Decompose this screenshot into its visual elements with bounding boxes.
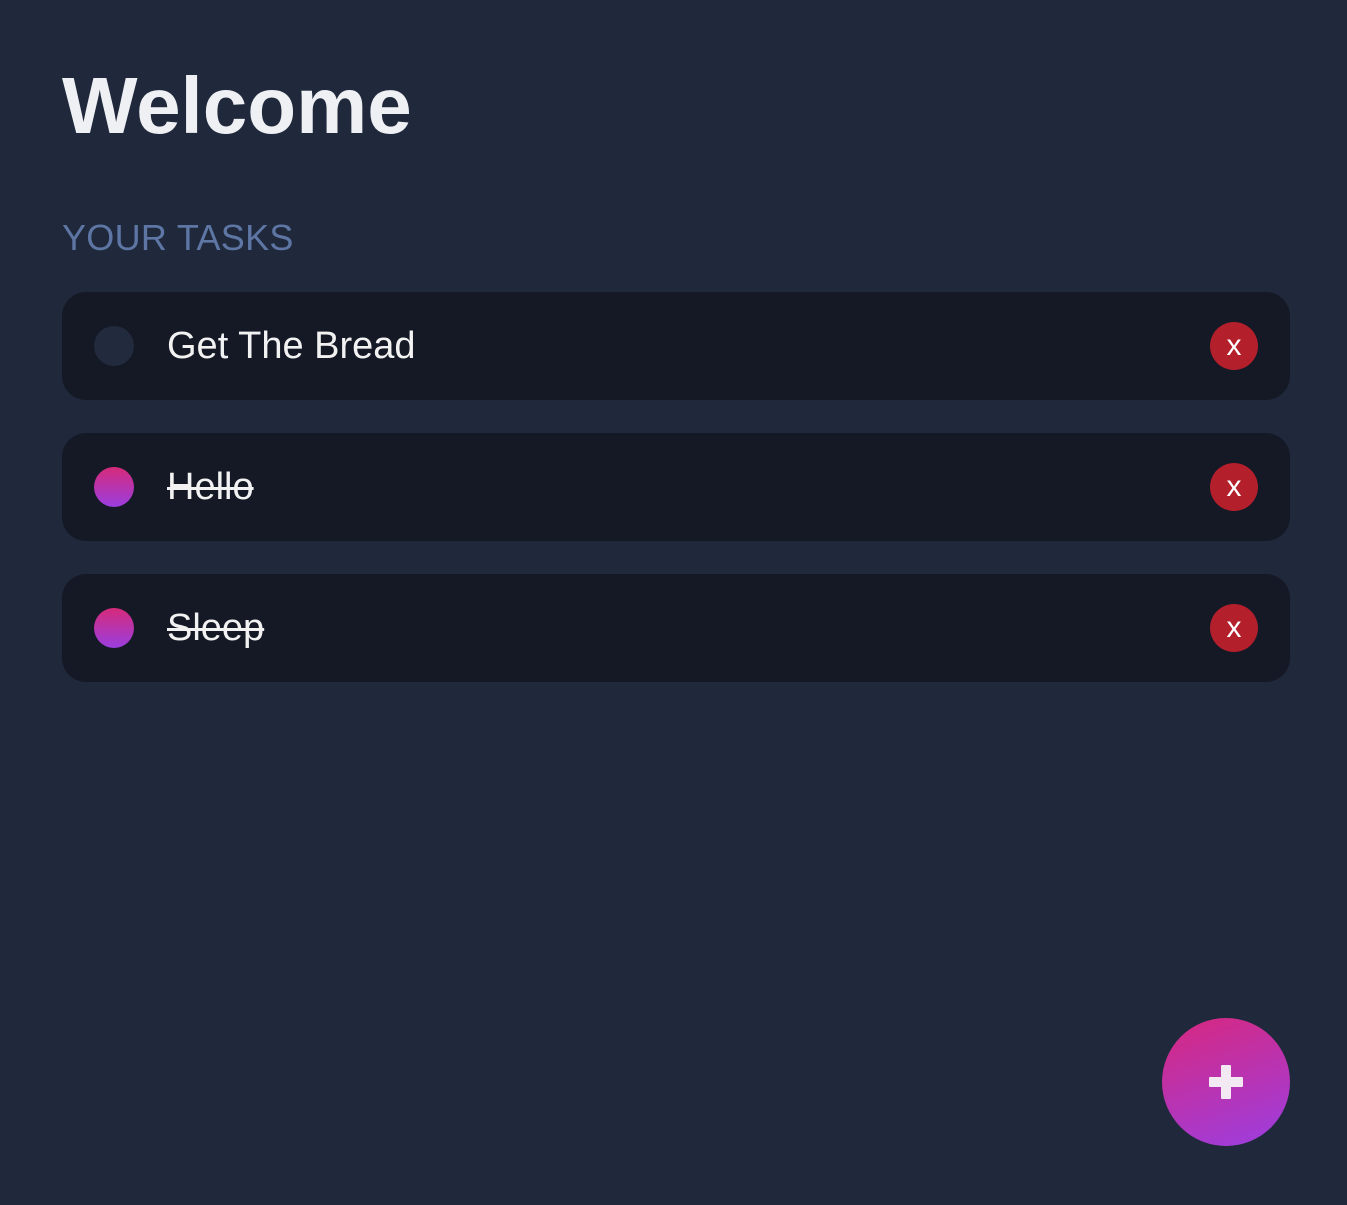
- add-task-button[interactable]: [1162, 1018, 1290, 1146]
- delete-task-button[interactable]: x: [1210, 463, 1258, 511]
- task-checkbox[interactable]: [94, 608, 134, 648]
- delete-task-button[interactable]: x: [1210, 604, 1258, 652]
- task-item: Hello x: [62, 433, 1290, 541]
- task-item: Sleep x: [62, 574, 1290, 682]
- task-label[interactable]: Hello: [167, 465, 1210, 509]
- app-root: Welcome YOUR TASKS Get The Bread x Hello…: [0, 0, 1347, 1205]
- task-item: Get The Bread x: [62, 292, 1290, 400]
- task-label[interactable]: Get The Bread: [167, 324, 1210, 368]
- page-title: Welcome: [62, 61, 412, 150]
- task-checkbox[interactable]: [94, 326, 134, 366]
- task-checkbox[interactable]: [94, 467, 134, 507]
- section-label: YOUR TASKS: [62, 217, 294, 258]
- task-list: Get The Bread x Hello x Sleep x: [62, 292, 1290, 682]
- task-label[interactable]: Sleep: [167, 606, 1210, 650]
- plus-icon: [1209, 1065, 1243, 1099]
- delete-task-button[interactable]: x: [1210, 322, 1258, 370]
